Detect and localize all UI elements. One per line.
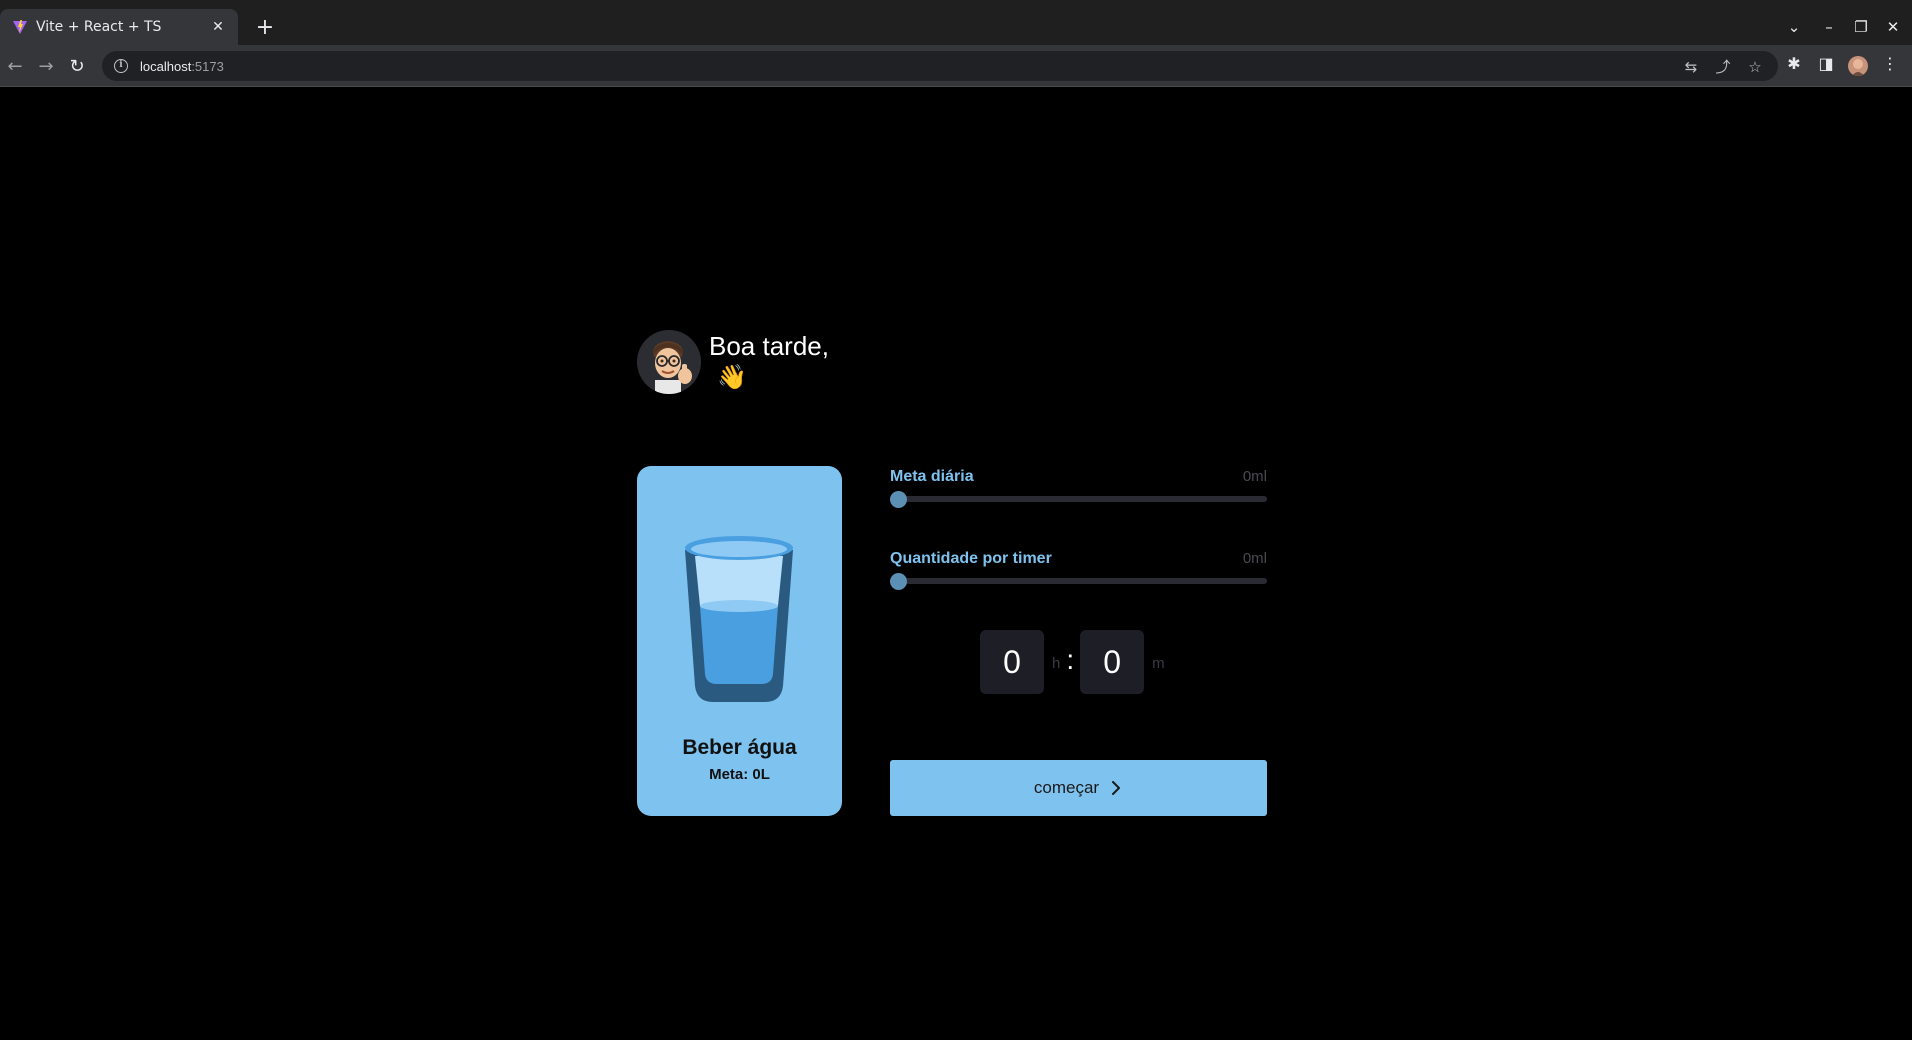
minutes-input[interactable]: 0 xyxy=(1080,630,1145,694)
hours-input[interactable]: 0 xyxy=(980,630,1044,694)
browser-menu-icon[interactable]: ⋮ xyxy=(1880,54,1900,74)
hours-unit: h xyxy=(1052,654,1061,672)
chevron-right-icon xyxy=(1112,781,1121,795)
close-window-icon[interactable]: ✕ xyxy=(1880,14,1906,40)
new-tab-button[interactable]: + xyxy=(252,15,278,41)
browser-tab-strip: Vite + React + TS ✕ + ⌄ – ❐ ✕ xyxy=(0,0,1912,45)
forward-icon[interactable]: → xyxy=(33,54,59,80)
site-info-icon[interactable]: i xyxy=(114,59,128,73)
daily-goal-track[interactable] xyxy=(890,496,1267,502)
profile-avatar[interactable] xyxy=(1848,56,1868,76)
reload-icon[interactable]: ↻ xyxy=(64,54,90,80)
water-card: Beber água Meta: 0L xyxy=(637,466,842,816)
start-button-label: começar xyxy=(1033,778,1100,797)
url-text: localhost:5173 xyxy=(140,58,224,74)
per-timer-slider: Quantidade por timer 0ml xyxy=(890,548,1267,590)
greeting-label: Boa tarde, xyxy=(709,331,829,361)
back-icon[interactable]: ← xyxy=(2,54,28,80)
greeting-section: Boa tarde, 👋 xyxy=(637,330,829,394)
share-icon[interactable]: ⤴ xyxy=(1714,58,1732,76)
tab-close-icon[interactable]: ✕ xyxy=(208,19,228,35)
time-separator: : xyxy=(1066,644,1075,675)
per-timer-thumb[interactable] xyxy=(890,573,907,590)
daily-goal-slider: Meta diária 0ml xyxy=(890,466,1267,508)
per-timer-label: Quantidade por timer xyxy=(890,550,1052,567)
browser-tab[interactable]: Vite + React + TS ✕ xyxy=(0,9,238,45)
daily-goal-label: Meta diária xyxy=(890,468,974,485)
browser-toolbar: ← → ↻ i localhost:5173 ⇆ ⤴ ☆ ✱ ◨ ⋮ xyxy=(0,45,1912,87)
waving-hand-icon: 👋 xyxy=(717,364,747,391)
restore-icon[interactable]: ❐ xyxy=(1848,14,1874,40)
daily-goal-thumb[interactable] xyxy=(890,491,907,508)
per-timer-value: 0ml xyxy=(1242,550,1267,567)
card-title: Beber água xyxy=(682,736,797,759)
minutes-unit: m xyxy=(1152,654,1165,672)
tab-title: Vite + React + TS xyxy=(36,19,162,35)
tab-search-icon[interactable]: ⌄ xyxy=(1781,14,1807,40)
water-glass-icon xyxy=(685,536,793,702)
extensions-icon[interactable]: ✱ xyxy=(1784,54,1804,74)
translate-icon[interactable]: ⇆ xyxy=(1682,58,1700,76)
vite-logo-icon xyxy=(13,20,27,34)
timer-input: 0 h : 0 m xyxy=(980,630,1171,694)
per-timer-track[interactable] xyxy=(890,578,1267,584)
address-bar[interactable]: i localhost:5173 ⇆ ⤴ ☆ xyxy=(102,51,1778,81)
user-avatar xyxy=(637,330,701,394)
card-goal: Meta: 0L xyxy=(709,766,770,783)
daily-goal-value: 0ml xyxy=(1242,468,1267,485)
bookmark-star-icon[interactable]: ☆ xyxy=(1746,58,1764,76)
start-button[interactable]: começar xyxy=(890,760,1267,816)
side-panel-icon[interactable]: ◨ xyxy=(1816,54,1836,74)
minimize-icon[interactable]: – xyxy=(1816,14,1842,40)
greeting-text: Boa tarde, 👋 xyxy=(709,330,829,393)
